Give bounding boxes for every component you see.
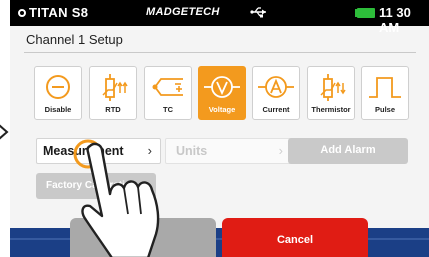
voltage-icon (204, 76, 240, 98)
cancel-label: Cancel (276, 234, 314, 246)
sensor-type-label: Current (262, 105, 290, 114)
sensor-type-disable[interactable]: Disable (34, 66, 82, 120)
clock-time: 11 30 AM (379, 5, 411, 35)
sensor-type-rtd[interactable]: RTD (89, 66, 137, 120)
add-alarm-button[interactable]: Add Alarm (288, 138, 408, 164)
sensor-type-pulse[interactable]: Pulse (361, 66, 409, 120)
device-name: TITAN S8 (18, 5, 88, 20)
device-name-text: TITAN S8 (29, 5, 89, 20)
sensor-type-voltage[interactable]: Voltage (198, 66, 246, 120)
brand-logo: MadgeTech (146, 6, 220, 18)
sensor-type-tc[interactable]: TC (144, 66, 192, 120)
sensor-type-label: TC (163, 105, 173, 114)
rtd-resistor-icon (102, 74, 128, 101)
pulse-icon (369, 77, 401, 98)
touch-hand-icon (73, 139, 160, 257)
sensor-type-label: Voltage (208, 105, 236, 114)
usb-icon (250, 7, 266, 18)
device-screen: TITAN S8 MadgeTech 11 30 AM Channel 1 Se… (10, 0, 429, 257)
sensor-type-thermistor[interactable]: Thermistor (307, 66, 355, 120)
status-dot-icon (18, 9, 26, 17)
thermistor-icon (320, 74, 346, 101)
current-icon (258, 76, 294, 98)
thermocouple-icon (152, 78, 183, 96)
sensor-type-label: Thermistor (311, 105, 351, 114)
minus-circle-icon (46, 75, 70, 99)
sensor-type-label: Pulse (374, 105, 395, 114)
battery-icon (355, 8, 375, 18)
divider (24, 52, 416, 53)
chevron-right-icon: › (278, 143, 283, 158)
sensor-type-label: Disable (44, 105, 72, 114)
add-alarm-label: Add Alarm (320, 144, 376, 156)
status-bar: TITAN S8 MadgeTech 11 30 AM (10, 0, 429, 35)
page-title: Channel 1 Setup (26, 32, 123, 47)
cancel-button[interactable]: Cancel (222, 218, 368, 257)
sensor-type-current[interactable]: Current (252, 66, 300, 120)
sensor-type-label: RTD (105, 105, 121, 114)
